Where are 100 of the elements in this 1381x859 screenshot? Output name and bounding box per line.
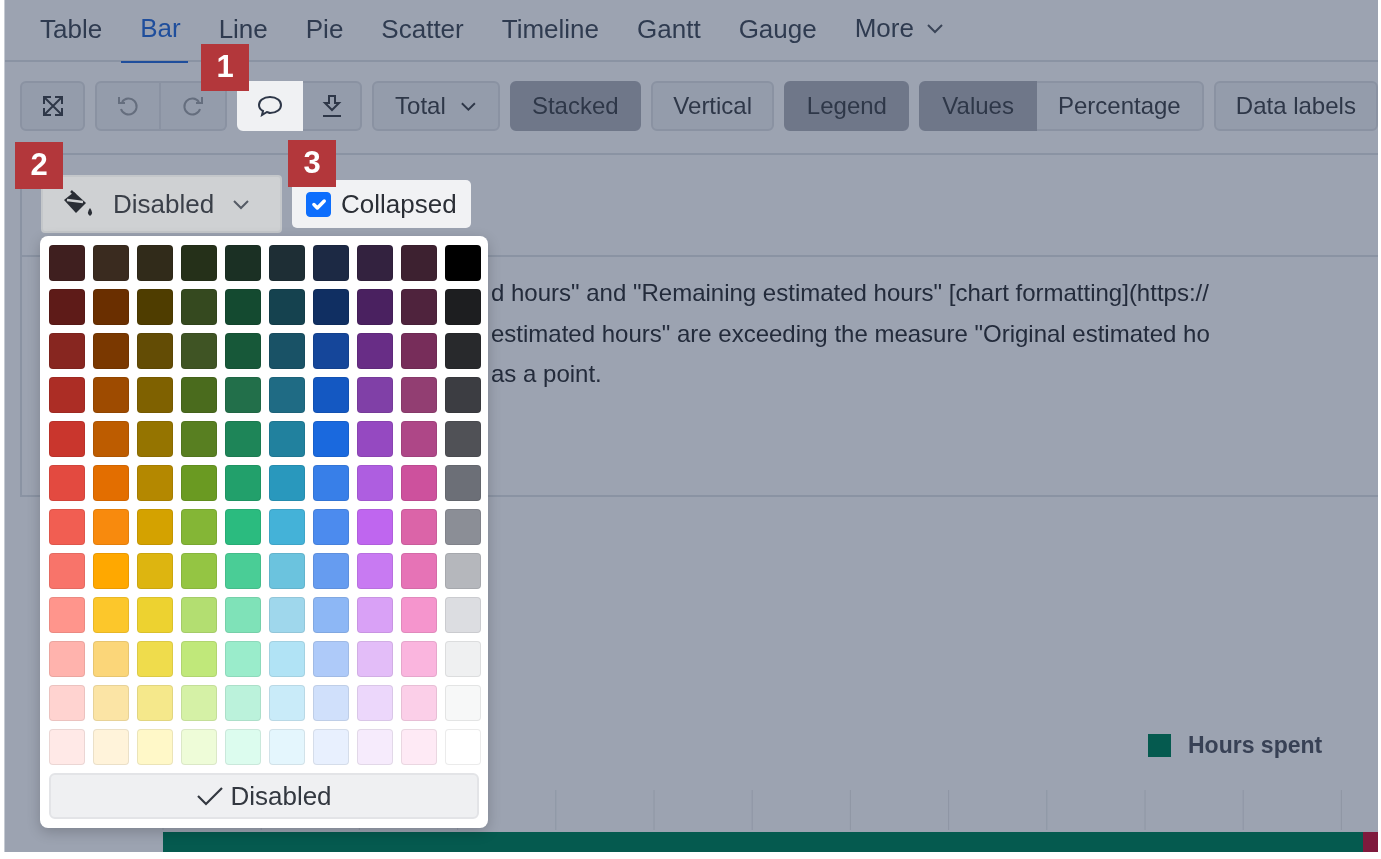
color-swatch[interactable] [49,597,85,633]
color-swatch[interactable] [137,333,173,369]
color-swatch[interactable] [181,333,217,369]
color-swatch[interactable] [269,421,305,457]
color-swatch[interactable] [269,729,305,765]
color-swatch[interactable] [49,421,85,457]
segmented-option[interactable]: Values [919,81,1037,131]
color-swatch[interactable] [93,641,129,677]
color-swatch[interactable] [181,509,217,545]
color-swatch[interactable] [181,729,217,765]
color-swatch[interactable] [269,685,305,721]
toggle-button[interactable]: Data labels [1213,81,1378,131]
color-swatch[interactable] [225,245,261,281]
color-swatch[interactable] [269,245,305,281]
color-swatch[interactable] [313,729,349,765]
color-swatch[interactable] [269,553,305,589]
aggregate-dropdown[interactable]: Total [372,81,500,131]
color-swatch[interactable] [357,685,393,721]
color-swatch[interactable] [357,553,393,589]
color-swatch[interactable] [313,421,349,457]
color-swatch[interactable] [445,377,481,413]
checkbox-label[interactable]: Collapsed [341,184,457,224]
color-swatch[interactable] [137,421,173,457]
color-swatch[interactable] [401,421,437,457]
color-swatch[interactable] [137,509,173,545]
color-swatch[interactable] [401,685,437,721]
color-swatch[interactable] [401,641,437,677]
color-swatch[interactable] [313,685,349,721]
color-swatch[interactable] [225,597,261,633]
color-swatch[interactable] [181,245,217,281]
color-swatch[interactable] [93,245,129,281]
color-swatch[interactable] [93,421,129,457]
color-swatch[interactable] [357,597,393,633]
color-swatch[interactable] [269,333,305,369]
color-swatch[interactable] [357,509,393,545]
color-swatch[interactable] [401,553,437,589]
segmented-option[interactable]: Percentage [1036,81,1204,131]
color-swatch[interactable] [401,333,437,369]
color-swatch[interactable] [313,465,349,501]
color-swatch[interactable] [445,245,481,281]
color-swatch[interactable] [93,465,129,501]
comment-button[interactable] [237,81,304,131]
color-swatch[interactable] [357,729,393,765]
chart-type-tab[interactable]: Line [199,14,287,44]
color-swatch[interactable] [401,289,437,325]
color-swatch[interactable] [445,289,481,325]
chart-type-tab[interactable]: Table [21,14,122,44]
color-swatch[interactable] [357,421,393,457]
color-swatch[interactable] [181,421,217,457]
color-swatch[interactable] [357,245,393,281]
color-swatch[interactable] [445,597,481,633]
color-swatch[interactable] [137,465,173,501]
color-swatch[interactable] [445,465,481,501]
color-swatch[interactable] [269,509,305,545]
color-swatch[interactable] [49,377,85,413]
color-swatch[interactable] [313,509,349,545]
color-swatch[interactable] [93,685,129,721]
color-swatch[interactable] [313,641,349,677]
color-swatch[interactable] [137,377,173,413]
fullscreen-button[interactable] [20,81,86,131]
chart-type-tab[interactable]: Gantt [618,14,720,44]
color-swatch[interactable] [269,597,305,633]
color-swatch[interactable] [49,289,85,325]
color-swatch[interactable] [357,641,393,677]
color-swatch[interactable] [269,377,305,413]
color-swatch[interactable] [137,729,173,765]
color-swatch[interactable] [357,377,393,413]
more-menu[interactable]: More [835,13,963,43]
color-swatch[interactable] [401,465,437,501]
color-swatch[interactable] [93,377,129,413]
color-swatch[interactable] [49,509,85,545]
chart-type-tab[interactable]: Gauge [719,14,836,44]
color-swatch[interactable] [137,245,173,281]
checkbox[interactable] [306,191,331,217]
color-swatch[interactable] [181,641,217,677]
color-swatch[interactable] [225,729,261,765]
color-swatch[interactable] [93,597,129,633]
color-swatch[interactable] [225,465,261,501]
color-swatch[interactable] [269,641,305,677]
color-swatch[interactable] [401,597,437,633]
color-swatch[interactable] [401,509,437,545]
color-swatch[interactable] [181,289,217,325]
color-swatch[interactable] [357,289,393,325]
color-swatch[interactable] [49,333,85,369]
color-swatch[interactable] [225,333,261,369]
color-swatch[interactable] [445,421,481,457]
color-swatch[interactable] [313,245,349,281]
color-swatch[interactable] [137,289,173,325]
color-swatch[interactable] [181,597,217,633]
color-swatch[interactable] [445,509,481,545]
color-swatch[interactable] [225,377,261,413]
color-swatch[interactable] [93,289,129,325]
chart-type-tab[interactable]: Timeline [482,14,619,44]
color-swatch[interactable] [49,729,85,765]
toggle-button[interactable]: Legend [784,81,910,131]
color-swatch[interactable] [269,465,305,501]
color-swatch[interactable] [181,685,217,721]
color-swatch[interactable] [137,553,173,589]
color-swatch[interactable] [225,421,261,457]
color-swatch[interactable] [49,245,85,281]
